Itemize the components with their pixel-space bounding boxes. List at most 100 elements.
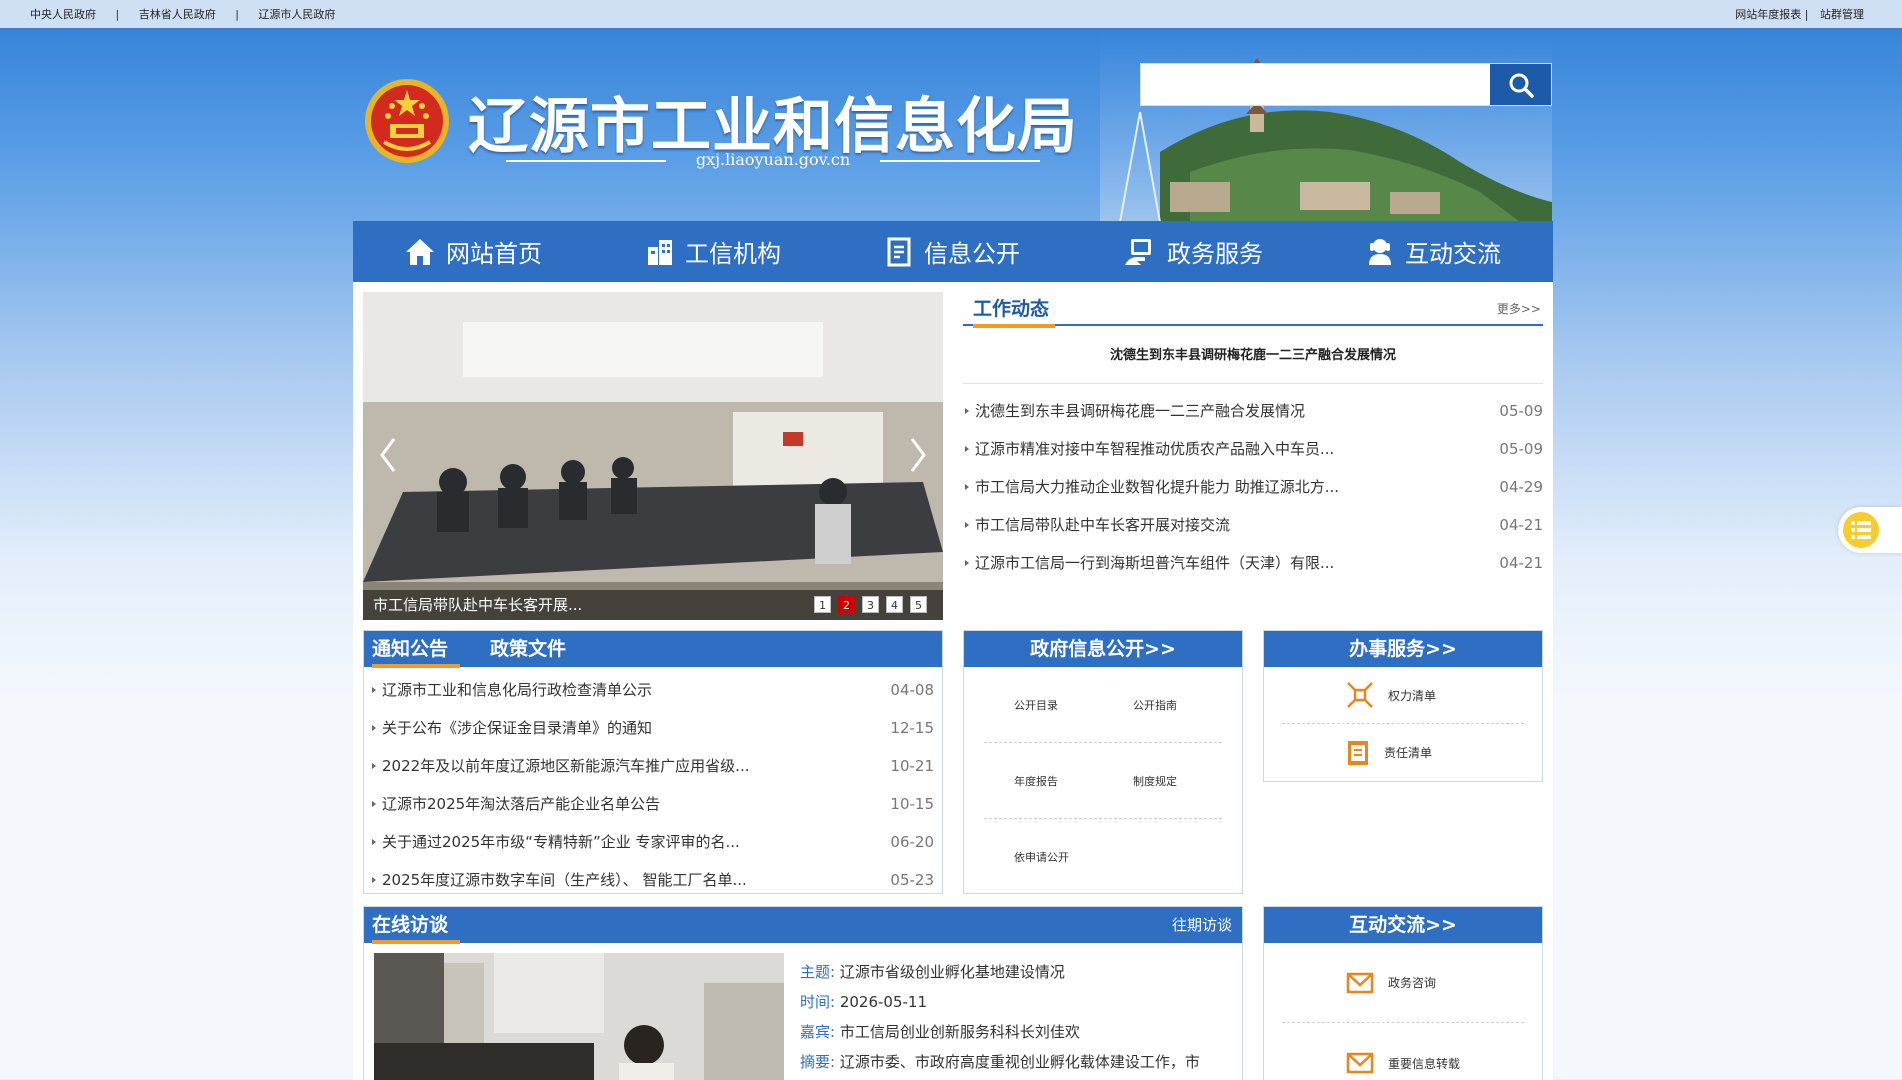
chevron-right-icon xyxy=(910,438,926,472)
link-central-gov[interactable]: 中央人民政府 xyxy=(30,8,96,21)
gov-info-link[interactable]: 制度规定 xyxy=(1103,773,1222,789)
work-news-header: 工作动态 更多>> xyxy=(963,292,1543,328)
gov-info-row: 年度报告 制度规定 xyxy=(984,743,1222,819)
gov-info-row: 公开目录 公开指南 xyxy=(984,667,1222,743)
notice-date: 12-15 xyxy=(890,719,934,737)
notice-title[interactable]: 辽源市工业和信息化局行政检查清单公示 xyxy=(372,671,652,709)
list-item[interactable]: 辽源市2025年淘汰落后产能企业名单公告 10-15 xyxy=(372,785,934,823)
news-title[interactable]: 辽源市工信局一行到海斯坦普汽车组件（天津）有限... xyxy=(963,544,1334,582)
info-value: 辽源市委、市政府高度重视创业孵化载体建设工作，市 xyxy=(839,1053,1200,1071)
scenery-image xyxy=(1100,32,1552,222)
search-input[interactable] xyxy=(1141,64,1491,105)
info-value[interactable]: 辽源市省级创业孵化基地建设情况 xyxy=(840,963,1065,981)
link-annual-report[interactable]: 网站年度报表 | xyxy=(1735,8,1808,21)
gov-info-link[interactable]: 公开指南 xyxy=(1103,697,1222,713)
news-list: 沈德生到东丰县调研梅花鹿一二三产融合发展情况 05-09 辽源市精准对接中车智程推… xyxy=(963,392,1543,582)
notice-list: 辽源市工业和信息化局行政检查清单公示 04-08 关于公布《涉企保证金目录清单》的… xyxy=(364,671,942,899)
interview-image xyxy=(374,953,784,1080)
interview-title[interactable]: 在线访谈 xyxy=(372,907,448,943)
list-item[interactable]: 市工信局大力推动企业数智化提升能力 助推辽源北方... 04-29 xyxy=(963,468,1543,506)
service-item-power-list[interactable]: 权力清单 xyxy=(1282,667,1524,724)
slider-caption[interactable]: 市工信局带队赴中车长客开展... xyxy=(373,590,582,620)
link-liaoyuan-gov[interactable]: 辽源市人民政府 xyxy=(258,8,335,21)
list-item[interactable]: 2022年及以前年度辽源地区新能源汽车推广应用省级... 10-21 xyxy=(372,747,934,785)
news-title[interactable]: 沈德生到东丰县调研梅花鹿一二三产融合发展情况 xyxy=(963,392,1305,430)
service-item-responsibility-list[interactable]: 责任清单 xyxy=(1282,724,1524,781)
slider-next-button[interactable] xyxy=(903,432,933,478)
gov-info-link[interactable]: 年度报告 xyxy=(984,773,1103,789)
floating-menu-button[interactable] xyxy=(1838,507,1902,553)
nav-item-org[interactable]: 工信机构 xyxy=(593,221,833,282)
news-date: 04-21 xyxy=(1499,554,1543,572)
news-date: 04-29 xyxy=(1499,478,1543,496)
info-value: 2026-05-11 xyxy=(839,993,928,1011)
nav-label: 网站首页 xyxy=(446,240,542,268)
search-button[interactable] xyxy=(1490,64,1551,105)
gov-info-title[interactable]: 政府信息公开>> xyxy=(964,631,1242,667)
news-title[interactable]: 市工信局大力推动企业数智化提升能力 助推辽源北方... xyxy=(963,468,1339,506)
gov-info-row: 依申请公开 xyxy=(984,819,1222,895)
top-bar: 中央人民政府 | 吉林省人民政府 | 辽源市人民政府 网站年度报表 | 站群管理 xyxy=(0,0,1902,30)
list-item[interactable]: 2025年度辽源市数字车间（生产线）、 智能工厂名单... 05-23 xyxy=(372,861,934,899)
tab-policy[interactable]: 政策文件 xyxy=(490,631,566,667)
divider xyxy=(880,160,1040,162)
notice-date: 10-21 xyxy=(890,757,934,775)
service-icon xyxy=(1125,238,1151,265)
list-item[interactable]: 市工信局带队赴中车长客开展对接交流 04-21 xyxy=(963,506,1543,544)
more-link[interactable]: 更多>> xyxy=(1497,300,1541,317)
interview-header: 在线访谈 往期访谈 xyxy=(364,907,1242,944)
notice-title[interactable]: 关于公布《涉企保证金目录清单》的通知 xyxy=(372,709,652,747)
slider-dot[interactable]: 5 xyxy=(910,596,927,613)
interview-summary: 摘要: 辽源市委、市政府高度重视创业孵化载体建设工作，市 xyxy=(800,1047,1240,1077)
document-icon xyxy=(887,237,911,266)
nav-item-service[interactable]: 政务服务 xyxy=(1073,221,1313,282)
search-box xyxy=(1140,63,1552,106)
interaction-item-consult[interactable]: 政务咨询 xyxy=(1282,943,1524,1023)
separator: | xyxy=(115,8,120,21)
image-slider[interactable]: 市工信局带队赴中车长客开展... 1 2 3 4 5 xyxy=(363,292,943,620)
notice-title[interactable]: 关于通过2025年市级“专精特新”企业 专家评审的名... xyxy=(372,823,740,861)
slider-dot[interactable]: 4 xyxy=(886,596,903,613)
title-underline xyxy=(372,940,460,944)
work-news-title[interactable]: 工作动态 xyxy=(973,294,1049,321)
list-item[interactable]: 辽源市工信局一行到海斯坦普汽车组件（天津）有限... 04-21 xyxy=(963,544,1543,582)
news-title[interactable]: 市工信局带队赴中车长客开展对接交流 xyxy=(963,506,1230,544)
slider-dot[interactable]: 3 xyxy=(862,596,879,613)
news-title[interactable]: 辽源市精准对接中车智程推动优质农产品融入中车员... xyxy=(963,430,1334,468)
interaction-label: 政务咨询 xyxy=(1388,976,1437,990)
notice-date: 05-23 xyxy=(890,871,934,889)
service-label: 责任清单 xyxy=(1384,746,1433,760)
nav-item-info[interactable]: 信息公开 xyxy=(833,221,1073,282)
interaction-title[interactable]: 互动交流>> xyxy=(1264,907,1542,943)
slider-prev-button[interactable] xyxy=(373,432,403,478)
news-date: 05-09 xyxy=(1499,440,1543,458)
info-key: 主题: xyxy=(800,963,836,981)
past-interviews-link[interactable]: 往期访谈 xyxy=(1172,907,1232,943)
nav-item-interaction[interactable]: 互动交流 xyxy=(1313,221,1553,282)
headline[interactable]: 沈德生到东丰县调研梅花鹿一二三产融合发展情况 xyxy=(963,344,1543,384)
notice-title[interactable]: 2025年度辽源市数字车间（生产线）、 智能工厂名单... xyxy=(372,861,747,899)
gov-info-panel: 政府信息公开>> 公开目录 公开指南 年度报告 制度规定 依申请公开 xyxy=(963,630,1243,894)
notice-title[interactable]: 2022年及以前年度辽源地区新能源汽车推广应用省级... xyxy=(372,747,749,785)
interaction-item-repost[interactable]: 重要信息转载 xyxy=(1282,1023,1524,1080)
national-emblem-icon xyxy=(365,79,449,163)
tab-notice[interactable]: 通知公告 xyxy=(372,631,448,667)
nav-item-home[interactable]: 网站首页 xyxy=(353,221,593,282)
notice-date: 04-08 xyxy=(890,681,934,699)
gov-info-link[interactable]: 依申请公开 xyxy=(984,849,1103,865)
notice-title[interactable]: 辽源市2025年淘汰落后产能企业名单公告 xyxy=(372,785,660,823)
link-site-admin[interactable]: 站群管理 xyxy=(1820,8,1864,21)
list-item[interactable]: 沈德生到东丰县调研梅花鹿一二三产融合发展情况 05-09 xyxy=(963,392,1543,430)
list-item[interactable]: 关于通过2025年市级“专精特新”企业 专家评审的名... 06-20 xyxy=(372,823,934,861)
list-item[interactable]: 关于公布《涉企保证金目录清单》的通知 12-15 xyxy=(372,709,934,747)
list-item[interactable]: 辽源市工业和信息化局行政检查清单公示 04-08 xyxy=(372,671,934,709)
services-title[interactable]: 办事服务>> xyxy=(1264,631,1542,667)
info-key: 时间: xyxy=(800,993,836,1011)
slider-dot-active[interactable]: 2 xyxy=(838,596,855,613)
link-jilin-gov[interactable]: 吉林省人民政府 xyxy=(139,8,216,21)
list-menu-icon xyxy=(1851,521,1871,539)
interview-photo[interactable] xyxy=(374,953,784,1080)
gov-info-link[interactable]: 公开目录 xyxy=(984,697,1103,713)
list-item[interactable]: 辽源市精准对接中车智程推动优质农产品融入中车员... 05-09 xyxy=(963,430,1543,468)
slider-dot[interactable]: 1 xyxy=(814,596,831,613)
